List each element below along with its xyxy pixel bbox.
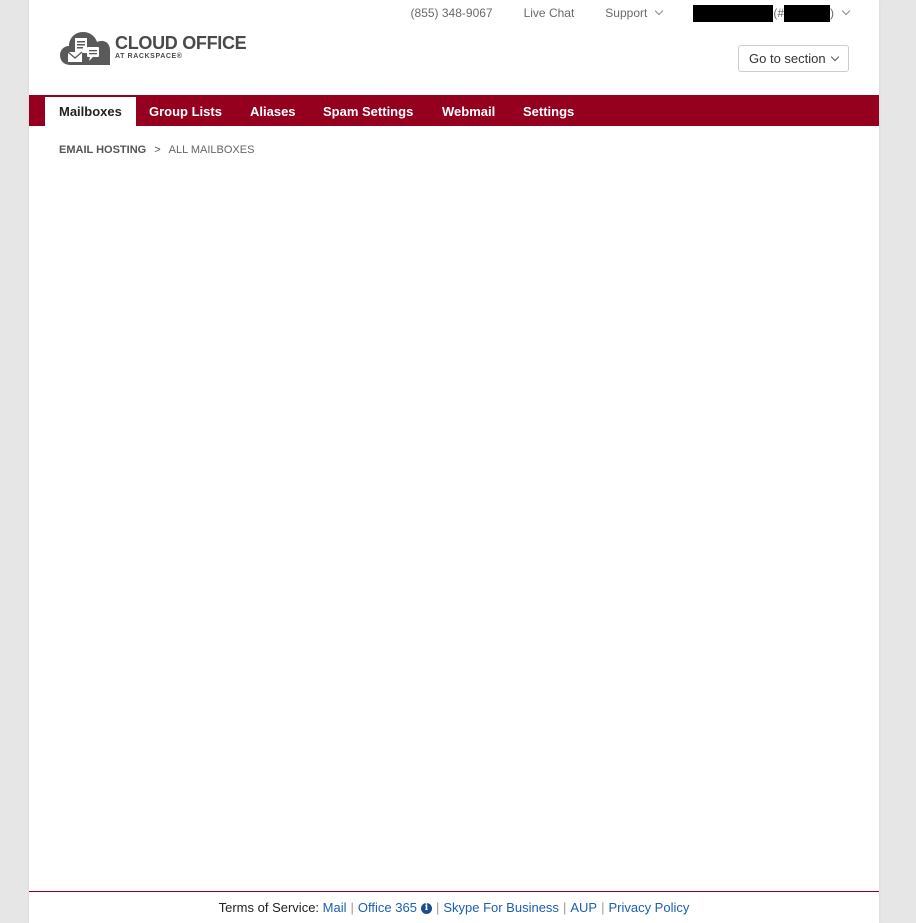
terms-office365-link[interactable]: Office 365: [358, 900, 417, 915]
account-paren-open: (#: [773, 6, 784, 20]
terms-skype-link[interactable]: Skype For Business: [443, 900, 559, 915]
account-paren-close: ): [830, 6, 834, 20]
redacted-account-name: [693, 4, 774, 22]
logo-main-text: CLOUD OFFICE: [115, 33, 247, 53]
cloud-logo-icon: [60, 32, 110, 65]
footer: Terms of Service: Mail | Office 365 i | Skype…: [218, 900, 690, 915]
breadcrumb-email-hosting[interactable]: EMAIL HOSTING: [59, 144, 146, 156]
support-menu[interactable]: Support: [605, 6, 664, 20]
tab-mailboxes[interactable]: Mailboxes: [45, 97, 136, 126]
tab-settings[interactable]: Settings: [523, 95, 574, 126]
info-icon[interactable]: i: [420, 903, 432, 914]
support-label: Support: [605, 6, 648, 20]
main-nav: Mailboxes Group Lists Aliases Spam Setti…: [29, 95, 879, 126]
terms-mail-link[interactable]: Mail: [323, 900, 347, 915]
breadcrumb-current: ALL MAILBOXES: [168, 144, 255, 156]
chevron-down-icon: [830, 52, 839, 62]
footer-divider: [29, 891, 879, 892]
logo-text: CLOUD OFFICE AT RACKSPACE®: [115, 33, 247, 60]
live-chat-link[interactable]: Live Chat: [524, 6, 575, 20]
utility-bar: (855) 348-9067 Live Chat Support (# ): [411, 4, 851, 22]
tab-spam-settings[interactable]: Spam Settings: [323, 95, 413, 126]
breadcrumb: EMAIL HOSTING > ALL MAILBOXES: [59, 144, 254, 156]
go-to-section-label: Go to section: [749, 51, 826, 66]
terms-label: Terms of Service:: [218, 900, 320, 915]
terms-aup-link[interactable]: AUP: [570, 900, 597, 915]
tab-group-lists[interactable]: Group Lists: [149, 95, 222, 126]
account-menu[interactable]: (# ): [693, 4, 851, 22]
logo-sub-text: AT RACKSPACE®: [115, 53, 183, 60]
privacy-policy-link[interactable]: Privacy Policy: [608, 900, 689, 915]
cloud-office-logo[interactable]: CLOUD OFFICE AT RACKSPACE®: [59, 27, 247, 67]
tab-webmail[interactable]: Webmail: [442, 95, 495, 126]
chevron-down-icon: [841, 6, 851, 16]
page-container: (855) 348-9067 Live Chat Support (# ) CL…: [29, 0, 879, 923]
redacted-account-number: [784, 4, 830, 22]
phone-number-link[interactable]: (855) 348-9067: [411, 6, 493, 20]
go-to-section-dropdown[interactable]: Go to section: [738, 45, 849, 72]
breadcrumb-separator: >: [154, 144, 161, 156]
tab-aliases[interactable]: Aliases: [250, 95, 296, 126]
chevron-down-icon: [655, 6, 664, 16]
